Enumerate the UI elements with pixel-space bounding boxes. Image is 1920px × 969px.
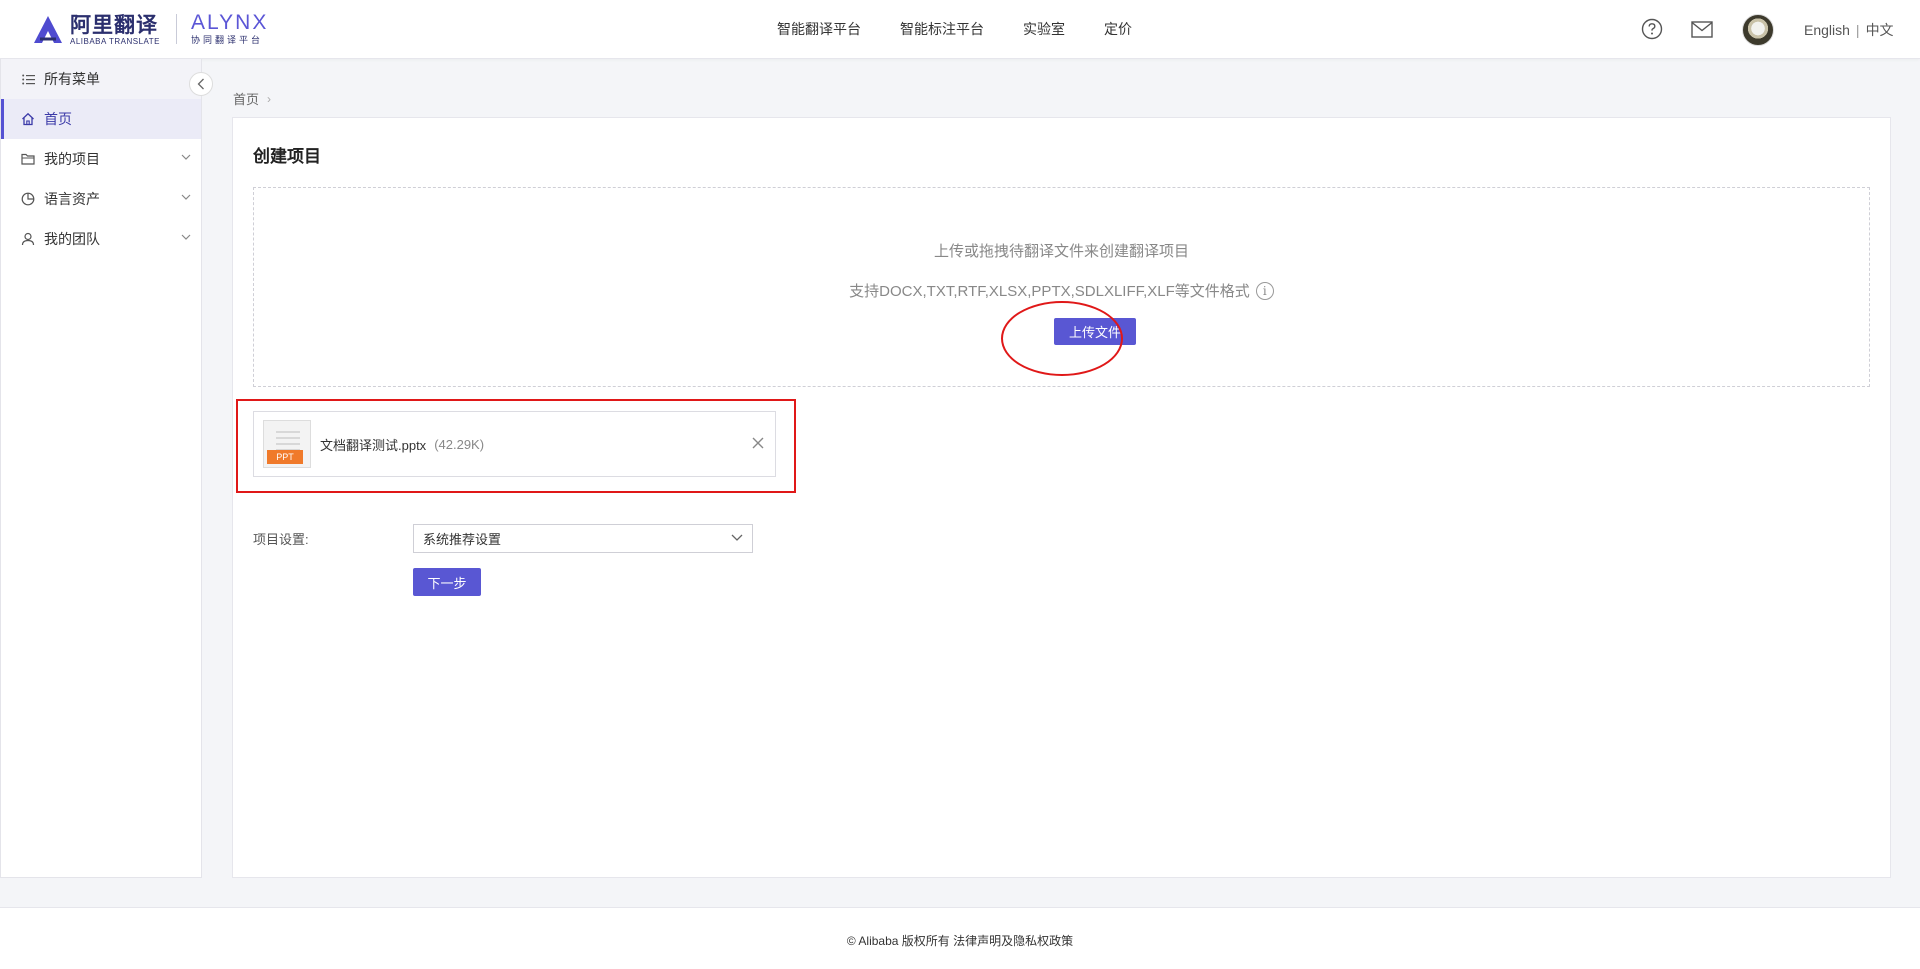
brand-logo[interactable]: 阿里翻译 ALIBABA TRANSLATE ALYNX 协同翻译平台 (30, 12, 268, 46)
sidebar-item-home[interactable]: 首页 (1, 99, 201, 139)
info-icon[interactable]: i (1255, 281, 1274, 300)
home-icon (21, 112, 35, 126)
sidebar: 所有菜单 首页 我的项目 语言资产 我的团队 (0, 59, 202, 878)
brand-en: ALYNX 协同翻译平台 (191, 12, 268, 46)
sidebar-item-language-assets[interactable]: 语言资产 (1, 179, 201, 219)
close-icon[interactable] (751, 436, 765, 450)
chevron-left-icon (197, 78, 204, 90)
lang-chinese[interactable]: 中文 (1866, 20, 1894, 40)
sidebar-item-label: 首页 (44, 111, 72, 127)
top-header: 阿里翻译 ALIBABA TRANSLATE ALYNX 协同翻译平台 智能翻译… (0, 0, 1920, 59)
footer: © Alibaba 版权所有 法律声明及隐私权政策 (0, 908, 1920, 969)
language-switch: English | 中文 (1804, 20, 1894, 40)
uploaded-file-item: PPT 文档翻译测试.pptx (42.29K) (253, 411, 776, 477)
logo-divider (176, 14, 178, 44)
chevron-down-icon (181, 194, 191, 200)
project-settings-select[interactable]: 系统推荐设置 (413, 524, 753, 553)
sidebar-item-my-team[interactable]: 我的团队 (1, 219, 201, 259)
sidebar-item-all-menus[interactable]: 所有菜单 (1, 59, 201, 99)
user-avatar[interactable] (1742, 14, 1774, 46)
lang-english[interactable]: English (1804, 22, 1850, 38)
nav-smart-translate[interactable]: 智能翻译平台 (777, 20, 861, 38)
brand-cn-sub: ALIBABA TRANSLATE (70, 36, 161, 46)
lang-separator: | (1855, 22, 1860, 38)
breadcrumb: 首页 › (233, 89, 271, 108)
list-icon (21, 72, 35, 86)
next-step-button[interactable]: 下一步 (413, 568, 481, 596)
supported-formats-text: 支持DOCX,TXT,RTF,XLSX,PPTX,SDLXLIFF,XLF等文件… (849, 283, 1250, 300)
pie-icon (21, 192, 35, 206)
sidebar-item-label: 我的项目 (44, 151, 100, 167)
main-nav: 智能翻译平台 智能标注平台 实验室 定价 (777, 20, 1171, 38)
project-settings-label: 项目设置: (253, 532, 309, 547)
chevron-down-icon (181, 234, 191, 240)
copyright-text: © Alibaba 版权所有 法律声明及隐私权政策 (846, 934, 1074, 948)
nav-lab[interactable]: 实验室 (1023, 20, 1065, 38)
folder-icon (21, 152, 35, 166)
ppt-file-icon: PPT (263, 420, 311, 468)
dropzone-formats: 支持DOCX,TXT,RTF,XLSX,PPTX,SDLXLIFF,XLF等文件… (254, 280, 1869, 301)
chevron-down-icon (731, 534, 743, 541)
file-size: (42.29K) (434, 436, 485, 452)
dropzone-hint: 上传或拖拽待翻译文件来创建翻译项目 (933, 243, 1189, 260)
alibaba-translate-logo-icon (34, 16, 62, 43)
sidebar-item-my-projects[interactable]: 我的项目 (1, 139, 201, 179)
nav-pricing[interactable]: 定价 (1104, 20, 1132, 38)
sidebar-item-label: 语言资产 (44, 191, 100, 207)
upload-dropzone[interactable]: 上传或拖拽待翻译文件来创建翻译项目 支持DOCX,TXT,RTF,XLSX,PP… (253, 187, 1870, 387)
user-icon (21, 232, 35, 246)
mail-icon[interactable] (1691, 21, 1713, 38)
sidebar-item-label: 所有菜单 (44, 71, 100, 87)
nav-smart-annotate[interactable]: 智能标注平台 (900, 20, 984, 38)
select-value: 系统推荐设置 (423, 532, 502, 547)
help-icon[interactable] (1641, 18, 1663, 40)
sidebar-item-label: 我的团队 (44, 231, 100, 247)
sidebar-collapse-button[interactable] (189, 72, 213, 96)
file-type-tag: PPT (267, 450, 303, 464)
brand-en-name: ALYNX (191, 11, 269, 34)
chevron-down-icon (181, 154, 191, 160)
brand-en-sub: 协同翻译平台 (191, 35, 264, 45)
brand-cn-name: 阿里翻译 (70, 12, 158, 37)
file-name: 文档翻译测试.pptx (320, 437, 427, 453)
breadcrumb-arrow-icon: › (267, 91, 272, 106)
create-project-card: 创建项目 上传或拖拽待翻译文件来创建翻译项目 支持DOCX,TXT,RTF,XL… (232, 117, 1891, 878)
brand-cn: 阿里翻译 ALIBABA TRANSLATE (70, 13, 160, 46)
upload-file-button[interactable]: 上传文件 (1054, 318, 1136, 345)
breadcrumb-home[interactable]: 首页 (233, 89, 259, 108)
page-title: 创建项目 (253, 147, 321, 166)
